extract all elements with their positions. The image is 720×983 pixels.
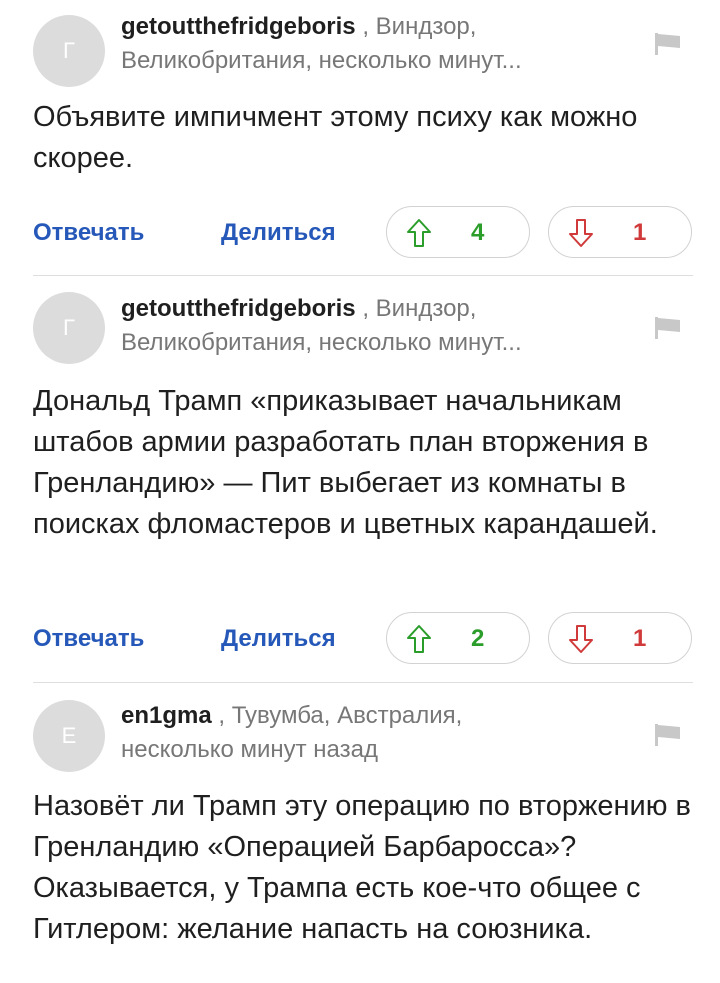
avatar-letter: E	[61, 723, 77, 748]
comment-location-time: Великобритания, несколько минут...	[121, 47, 522, 74]
arrow-up-icon	[407, 625, 431, 653]
downvote-count: 1	[633, 625, 647, 652]
comment-text: Дональд Трамп «приказывает начальникам ш…	[33, 385, 658, 540]
downvote-count: 1	[633, 219, 647, 246]
avatar[interactable]: Г	[33, 15, 105, 87]
divider	[33, 682, 693, 683]
comment-actions: Отвечать Делиться 4 1	[0, 206, 720, 260]
author-name[interactable]: en1gma	[121, 702, 212, 729]
arrow-down-icon	[569, 219, 593, 247]
upvote-count: 4	[471, 219, 485, 246]
upvote-button[interactable]: 4	[386, 206, 530, 258]
avatar[interactable]: Г	[33, 292, 105, 364]
author-location: , Виндзор,	[355, 295, 477, 322]
comment-meta: en1gma , Тувумба, Австралия, несколько м…	[121, 699, 621, 767]
flag-icon[interactable]	[655, 724, 681, 746]
downvote-button[interactable]: 1	[548, 206, 692, 258]
comment-text: Объявите импичмент этому психу как можно…	[33, 101, 638, 174]
comment-location-time: несколько минут назад	[121, 736, 378, 763]
share-button[interactable]: Делиться	[221, 219, 336, 247]
author-name[interactable]: getoutthefridgeboris	[121, 13, 356, 40]
downvote-button[interactable]: 1	[548, 612, 692, 664]
upvote-count: 2	[471, 625, 485, 652]
arrow-down-icon	[569, 625, 593, 653]
arrow-up-icon	[407, 219, 431, 247]
divider	[33, 275, 693, 276]
author-name[interactable]: getoutthefridgeboris	[121, 295, 356, 322]
flag-icon[interactable]	[655, 33, 681, 55]
avatar-letter: Г	[63, 38, 75, 63]
comment-text: Назовёт ли Трамп эту операцию по вторжен…	[33, 790, 691, 945]
comment-meta: getoutthefridgeboris , Виндзор, Великобр…	[121, 292, 621, 360]
comment-meta: getoutthefridgeboris , Виндзор, Великобр…	[121, 10, 621, 78]
avatar[interactable]: E	[33, 700, 105, 772]
author-location: , Тувумба, Австралия,	[211, 702, 463, 729]
avatar-letter: Г	[63, 315, 75, 340]
flag-icon[interactable]	[655, 317, 681, 339]
reply-button[interactable]: Отвечать	[33, 625, 144, 653]
comment-actions: Отвечать Делиться 2 1	[0, 612, 720, 666]
share-button[interactable]: Делиться	[221, 625, 336, 653]
comment-location-time: Великобритания, несколько минут...	[121, 329, 522, 356]
author-location: , Виндзор,	[355, 13, 477, 40]
reply-button[interactable]: Отвечать	[33, 219, 144, 247]
upvote-button[interactable]: 2	[386, 612, 530, 664]
